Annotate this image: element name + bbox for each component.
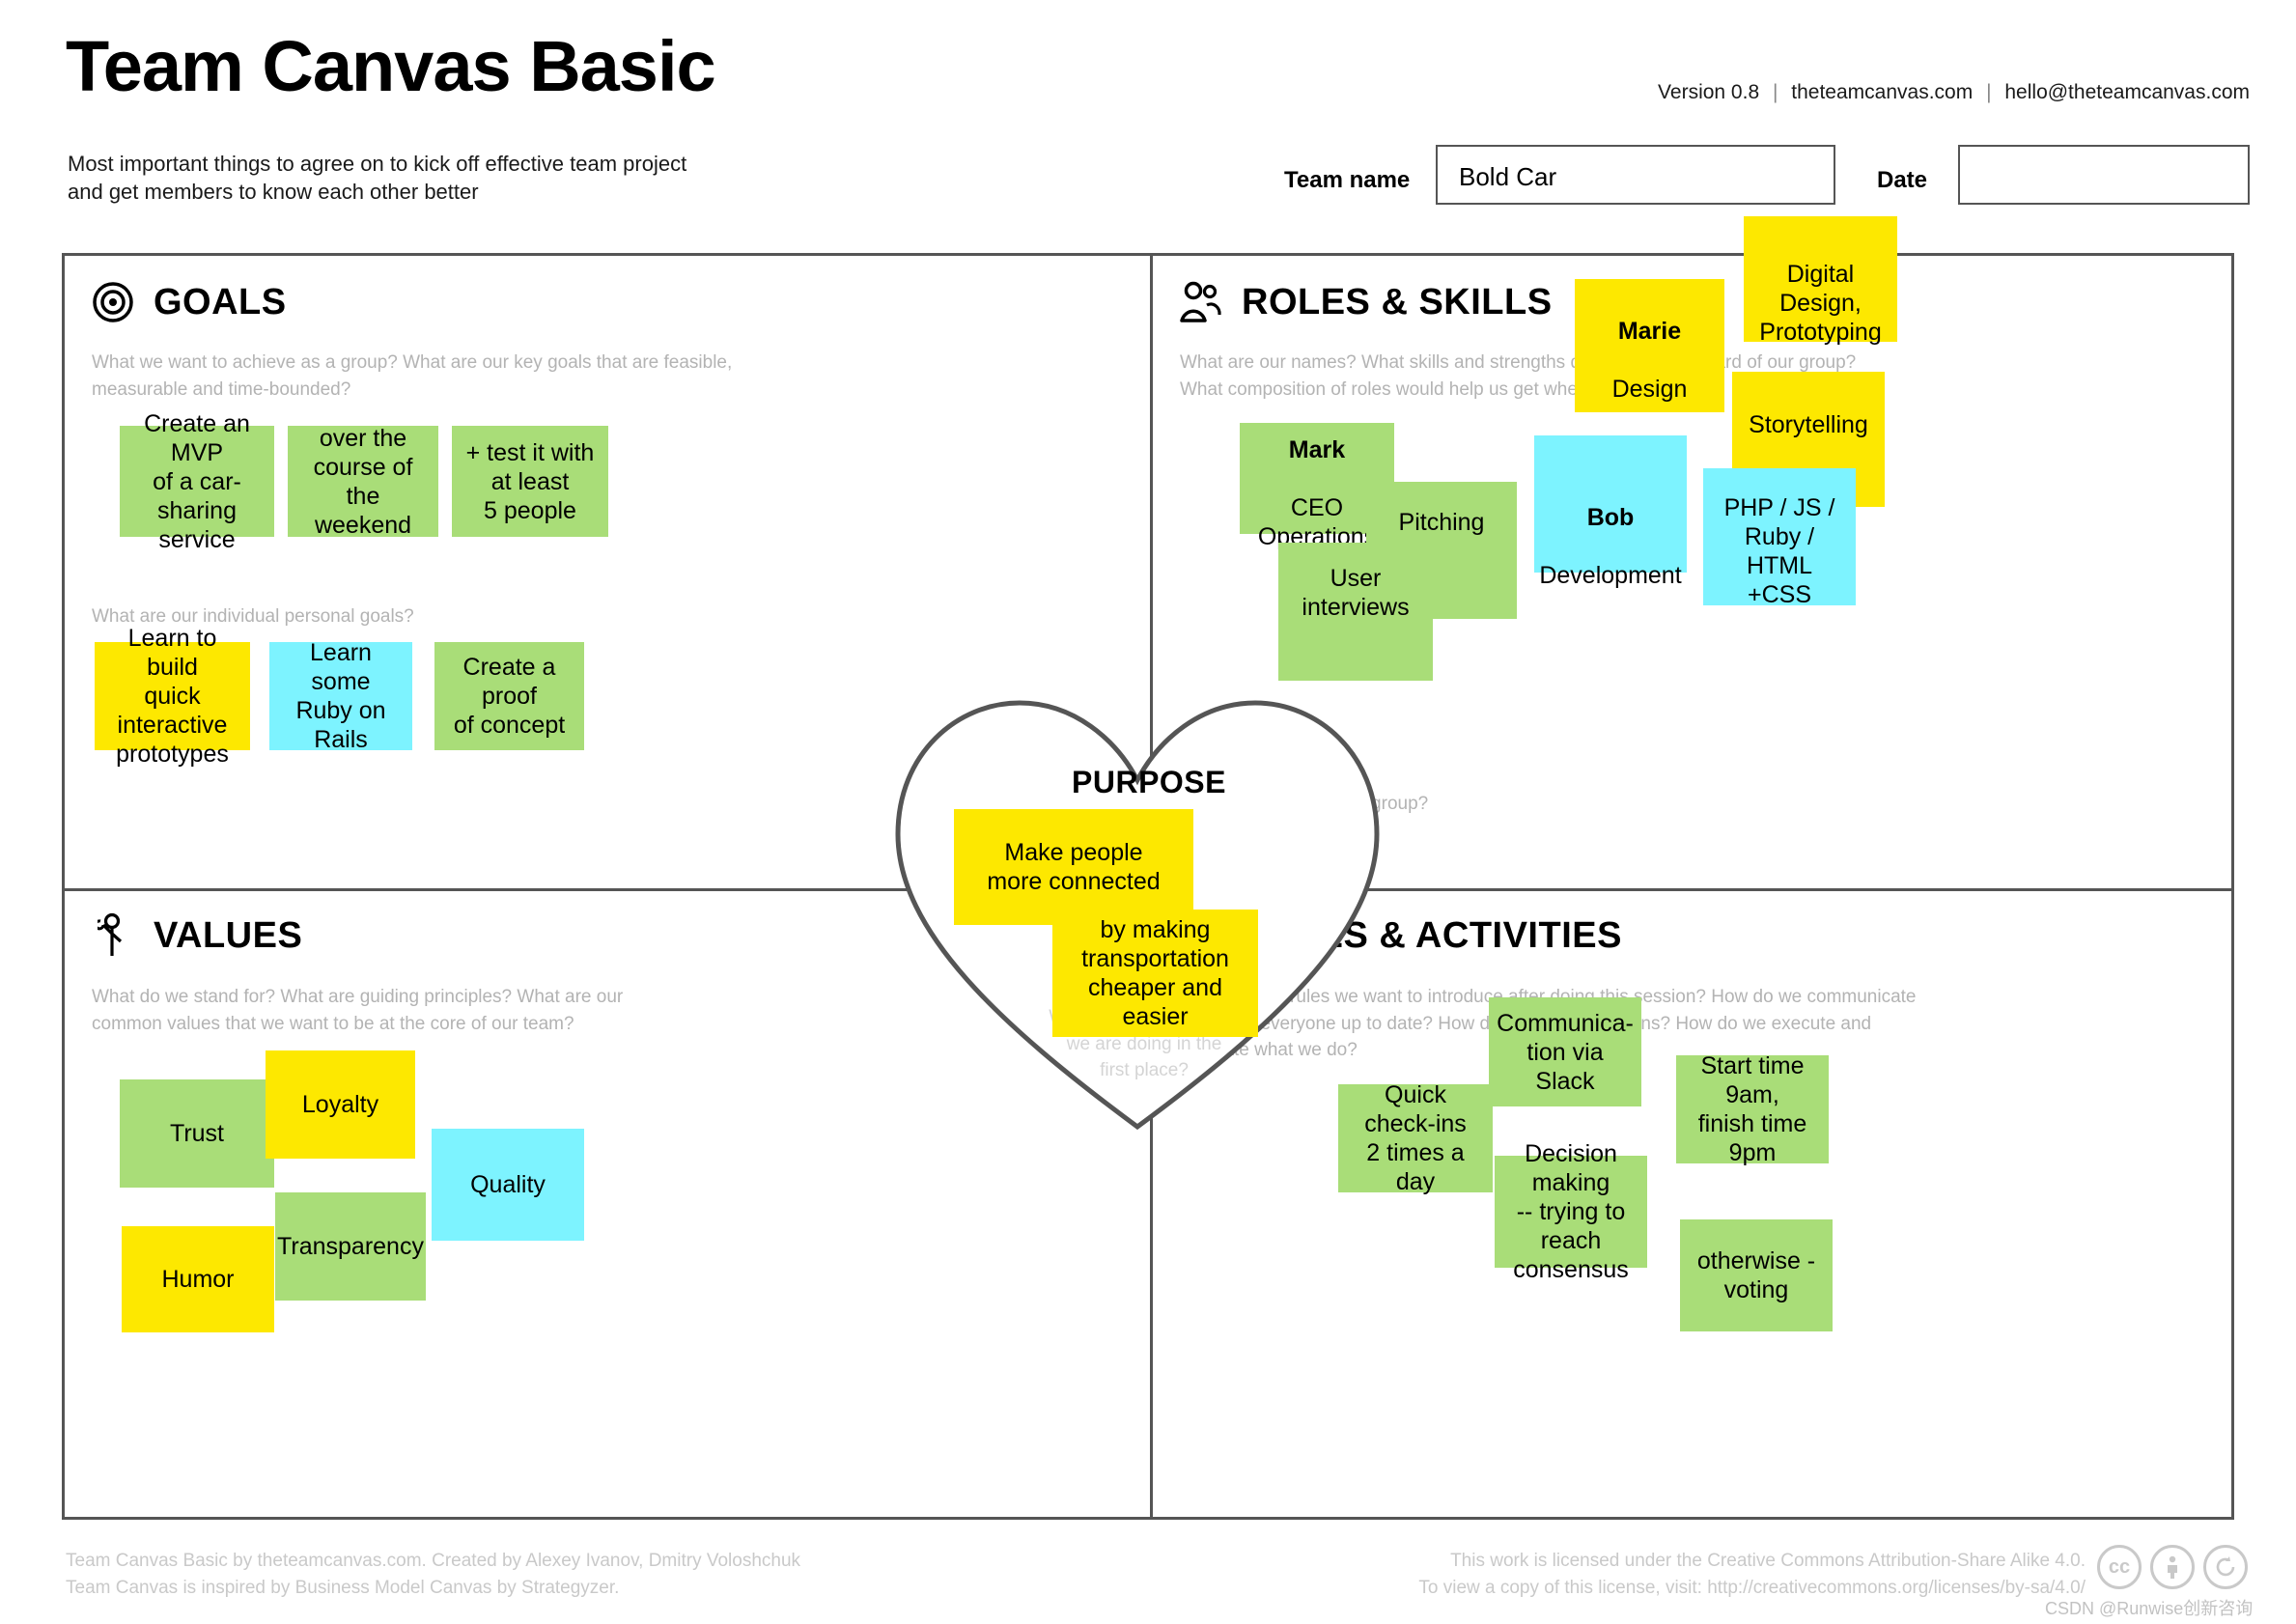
roles-title: ROLES & SKILLS — [1242, 282, 1553, 322]
note-text: otherwise - voting — [1696, 1247, 1816, 1303]
note-text: CEO Operations — [1257, 493, 1377, 550]
rules-title: RULES & ACTIVITIES — [1242, 915, 1622, 956]
note-rule-check-ins[interactable]: Quick check-ins 2 times a day — [1338, 1081, 1493, 1195]
note-goal-1[interactable]: Create an MVP of a car-sharing service — [120, 410, 274, 553]
goals-description: What we want to achieve as a group? What… — [92, 352, 733, 400]
note-goal-2[interactable]: over the course of the weekend — [288, 424, 438, 539]
person-raised-hand-icon — [90, 912, 136, 959]
meta-separator-1: | — [1772, 81, 1778, 103]
note-text: Storytelling — [1749, 411, 1868, 438]
note-text: Humor — [161, 1266, 235, 1293]
people-icon — [1178, 279, 1224, 325]
note-value-quality[interactable]: Quality — [432, 1129, 584, 1241]
team-name-field[interactable]: Bold Car — [1436, 145, 1835, 205]
page-subtitle: Most important things to agree on to kic… — [68, 152, 687, 205]
note-text: Make people more connected — [987, 839, 1161, 895]
note-person-name: Bob — [1586, 504, 1635, 531]
goals-header: GOALS — [90, 279, 287, 325]
values-title: VALUES — [154, 915, 303, 956]
note-text: Quality — [470, 1171, 546, 1198]
note-text: User interviews — [1302, 564, 1410, 621]
quadrant-rules-activities: RULES & ACTIVITIES What are the rules we… — [1153, 891, 2233, 1517]
note-purpose-2[interactable]: by making transportation cheaper and eas… — [1052, 910, 1258, 1037]
note-skill-languages[interactable]: PHP / JS / Ruby / HTML +CSS — [1703, 468, 1856, 608]
note-role-bob[interactable]: Bob Development — [1534, 435, 1687, 589]
note-text: Design — [1611, 376, 1688, 403]
note-personal-goal-1[interactable]: Learn to build quick interactive prototy… — [95, 625, 250, 768]
note-rule-start-time[interactable]: Start time 9am, finish time 9pm — [1676, 1052, 1829, 1166]
note-value-trust[interactable]: Trust — [120, 1079, 274, 1188]
email-link[interactable]: hello@theteamcanvas.com — [2004, 81, 2250, 103]
note-personal-goal-3[interactable]: Create a proof of concept — [434, 642, 584, 750]
team-name-value: Bold Car — [1459, 162, 1557, 191]
footer-attribution: Team Canvas Basic by theteamcanvas.com. … — [66, 1551, 801, 1598]
note-value-transparency[interactable]: Transparency — [275, 1192, 426, 1301]
meta-separator-2: | — [1986, 81, 1992, 103]
cc-icon: cc — [2097, 1545, 2142, 1589]
note-text: PHP / JS / Ruby / HTML +CSS — [1723, 494, 1835, 608]
note-purpose-1[interactable]: Make people more connected — [954, 809, 1193, 925]
target-icon — [90, 279, 136, 325]
note-text: Trust — [169, 1120, 225, 1147]
note-rule-slack[interactable]: Communica- tion via Slack — [1489, 997, 1641, 1106]
note-text: + test it with at least 5 people — [465, 438, 595, 524]
note-goal-3[interactable]: + test it with at least 5 people — [452, 426, 608, 537]
footer-license: This work is licensed under the Creative… — [1418, 1551, 2086, 1598]
note-skill-digital-design[interactable]: Digital Design, Prototyping — [1744, 216, 1897, 346]
cc-by-person-icon — [2150, 1545, 2195, 1589]
creative-commons-badges: cc — [2097, 1545, 2248, 1589]
note-text: Create an MVP of a car-sharing service — [144, 409, 250, 553]
watermark-text: CSDN @Runwise创新咨询 — [2045, 1599, 2254, 1618]
date-label: Date — [1877, 167, 1928, 193]
page-header: Team Canvas Basic Most important things … — [0, 0, 2296, 249]
note-text: Transparency — [277, 1233, 424, 1260]
note-value-loyalty[interactable]: Loyalty — [266, 1050, 415, 1159]
purpose-title: PURPOSE — [1072, 765, 1226, 799]
values-description: What do we stand for? What are guiding p… — [92, 987, 624, 1034]
note-person-name: Mark — [1288, 435, 1346, 463]
note-text: Digital Design, Prototyping — [1759, 261, 1882, 346]
page-title: Team Canvas Basic — [66, 26, 716, 106]
note-text: over the course of the weekend — [313, 424, 413, 539]
note-text: Create a proof of concept — [453, 654, 566, 739]
team-name-label: Team name — [1284, 167, 1411, 193]
note-personal-goal-2[interactable]: Learn some Ruby on Rails — [269, 639, 412, 753]
note-text: Learn some Ruby on Rails — [295, 639, 386, 753]
quadrant-roles-skills: ROLES & SKILLS What are our names? What … — [1153, 216, 2233, 888]
quadrant-goals: GOALS What we want to achieve as a group… — [65, 256, 1150, 888]
date-field[interactable] — [1958, 145, 2250, 205]
note-skill-user-interviews[interactable]: User interviews — [1278, 543, 1433, 681]
values-header: VALUES — [90, 912, 302, 959]
note-text: Decision making -- trying to reach conse… — [1513, 1140, 1629, 1283]
note-text: Start time 9am, finish time 9pm — [1697, 1052, 1807, 1166]
note-value-humor[interactable]: Humor — [122, 1226, 274, 1332]
note-text: Learn to build quick interactive prototy… — [116, 625, 229, 768]
note-text: Development — [1539, 562, 1682, 589]
note-text: Pitching — [1398, 509, 1485, 536]
header-meta: Version 0.8 | theteamcanvas.com | hello@… — [1658, 81, 2250, 104]
note-rule-decision-making[interactable]: Decision making -- trying to reach conse… — [1495, 1140, 1647, 1283]
note-text: Communica- tion via Slack — [1497, 1009, 1634, 1095]
version-label: Version 0.8 — [1658, 81, 1760, 103]
goals-title: GOALS — [154, 282, 287, 322]
cc-sa-share-alike-icon — [2203, 1545, 2248, 1589]
rules-description: What are the rules we want to introduce … — [1180, 987, 1917, 1061]
roles-header: ROLES & SKILLS — [1178, 279, 1553, 325]
website-link[interactable]: theteamcanvas.com — [1791, 81, 1973, 103]
note-person-name: Marie — [1617, 318, 1682, 345]
quadrant-values: VALUES What do we stand for? What are gu… — [65, 891, 1150, 1517]
note-text: by making transportation cheaper and eas… — [1081, 916, 1229, 1030]
note-text: Loyalty — [301, 1091, 379, 1118]
note-rule-voting[interactable]: otherwise - voting — [1680, 1219, 1833, 1331]
note-role-marie[interactable]: Marie Design — [1575, 279, 1724, 412]
note-text: Quick check-ins 2 times a day — [1364, 1081, 1467, 1195]
